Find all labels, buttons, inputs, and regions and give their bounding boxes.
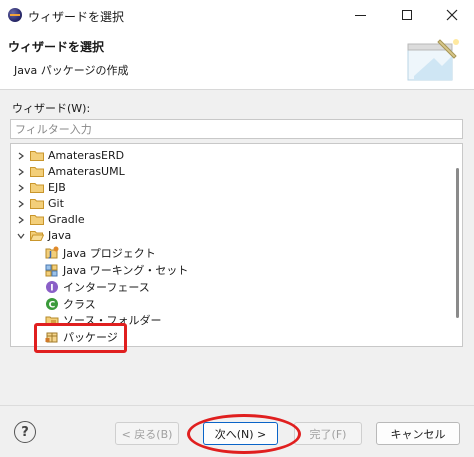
chevron-right-icon[interactable]	[17, 168, 25, 176]
close-button[interactable]	[429, 0, 474, 30]
folder-icon	[30, 215, 44, 225]
window-title: ウィザードを選択	[28, 10, 125, 24]
working-set-icon	[45, 264, 58, 276]
minimize-icon	[355, 14, 366, 16]
tree-item-java-working-set[interactable]: Java ワーキング・セット	[11, 261, 451, 278]
tree-item-label: EJB	[48, 181, 66, 194]
wizard-header: ウィザードを選択 Java パッケージの作成	[0, 30, 474, 90]
wizard-list-label: ウィザード(W):	[12, 102, 91, 115]
tree-item-label: AmaterasERD	[48, 149, 125, 162]
wizard-banner-icon	[407, 39, 459, 81]
chevron-right-icon[interactable]	[17, 184, 25, 192]
footer-separator	[0, 405, 474, 406]
tree-item-java-project[interactable]: J Java プロジェクト	[11, 244, 451, 261]
filter-input[interactable]	[10, 119, 463, 139]
tree-item-label: Java プロジェクト	[63, 246, 156, 260]
chevron-right-icon[interactable]	[17, 216, 25, 224]
folder-icon	[30, 199, 44, 209]
wizard-tree[interactable]: AmaterasERD AmaterasUML EJB Git Gradle J…	[10, 143, 463, 347]
next-button-highlight-annotation	[187, 414, 301, 454]
folder-icon	[30, 183, 44, 193]
help-button[interactable]: ?	[14, 421, 36, 443]
maximize-button[interactable]	[384, 0, 429, 30]
folder-icon	[30, 167, 44, 177]
chevron-down-icon[interactable]	[17, 232, 25, 240]
eclipse-app-icon	[8, 8, 22, 22]
tree-item-amaterasuml[interactable]: AmaterasUML	[11, 163, 451, 180]
tree-item-label: AmaterasUML	[48, 165, 125, 178]
tree-item-label: Java	[48, 229, 72, 242]
minimize-button[interactable]	[338, 0, 383, 30]
svg-text:I: I	[50, 283, 53, 293]
folder-icon	[30, 151, 44, 161]
tree-item-label: クラス	[63, 297, 96, 311]
close-icon	[446, 9, 457, 21]
svg-text:C: C	[49, 300, 56, 310]
tree-item-gradle[interactable]: Gradle	[11, 211, 451, 228]
header-title: ウィザードを選択	[8, 40, 105, 54]
chevron-right-icon[interactable]	[17, 200, 25, 208]
tree-item-label: インターフェース	[63, 280, 150, 294]
tree-item-label: Git	[48, 197, 64, 210]
folder-open-icon	[30, 231, 44, 241]
tree-item-ejb[interactable]: EJB	[11, 179, 451, 196]
interface-icon: I	[46, 280, 58, 293]
java-project-icon: J	[45, 246, 59, 259]
chevron-right-icon[interactable]	[17, 152, 25, 160]
tree-scrollbar[interactable]	[456, 168, 459, 318]
header-description: Java パッケージの作成	[14, 64, 129, 77]
title-bar: ウィザードを選択	[0, 0, 474, 30]
finish-button[interactable]: 完了(F)	[294, 422, 362, 445]
package-highlight-annotation	[34, 323, 127, 353]
maximize-icon	[401, 10, 412, 20]
tree-item-label: Gradle	[48, 213, 85, 226]
tree-item-class[interactable]: C クラス	[11, 295, 451, 312]
tree-item-git[interactable]: Git	[11, 195, 451, 212]
tree-item-label: Java ワーキング・セット	[63, 263, 189, 277]
tree-item-java[interactable]: Java	[11, 227, 451, 244]
back-button[interactable]: < 戻る(B)	[115, 422, 179, 445]
cancel-button[interactable]: キャンセル	[376, 422, 460, 445]
svg-text:J: J	[48, 250, 52, 259]
tree-item-interface[interactable]: I インターフェース	[11, 278, 451, 295]
tree-item-amateraserd[interactable]: AmaterasERD	[11, 147, 451, 164]
class-icon: C	[46, 297, 58, 310]
